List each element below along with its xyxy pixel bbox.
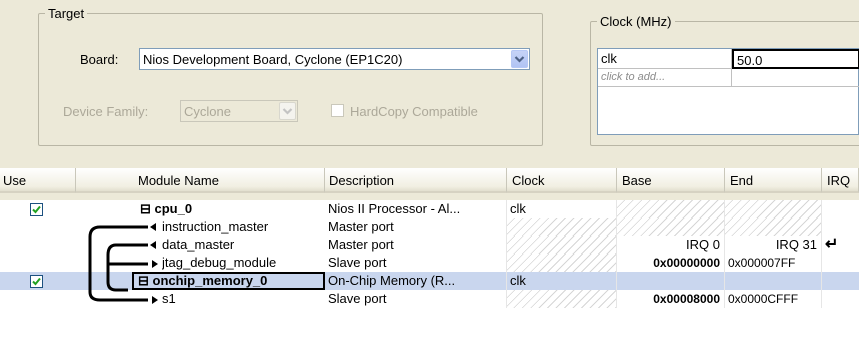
module-clock[interactable]: clk	[507, 200, 617, 218]
header-clock[interactable]: Clock	[507, 168, 617, 193]
port-description: Slave port	[325, 290, 507, 308]
port-description: Master port	[325, 218, 507, 236]
header-use[interactable]: Use	[0, 168, 76, 193]
port-name: s1	[162, 291, 176, 306]
clock-cell	[507, 290, 617, 308]
device-family-select[interactable]: Cyclone	[180, 100, 298, 122]
table-row[interactable]: data_master Master port IRQ 0 IRQ 31 ↵	[0, 236, 859, 254]
clock-add-value-cell[interactable]	[732, 69, 859, 87]
checkmark-icon	[32, 205, 41, 214]
port-name: instruction_master	[162, 219, 269, 234]
header-base[interactable]: Base	[617, 168, 725, 193]
use-checkbox[interactable]	[30, 275, 43, 288]
use-checkbox[interactable]	[30, 203, 43, 216]
hardcopy-checkbox[interactable]	[331, 104, 344, 117]
table-row[interactable]: instruction_master Master port	[0, 218, 859, 236]
irq-end[interactable]: IRQ 31	[725, 236, 822, 254]
table-row[interactable]: ⊟ cpu_0 Nios II Processor - Al... clk	[0, 200, 859, 218]
port-description: Slave port	[325, 254, 507, 272]
clock-cell	[507, 254, 617, 272]
port-description: Master port	[325, 236, 507, 254]
module-clock[interactable]: clk	[507, 272, 617, 290]
port-name: jtag_debug_module	[162, 255, 277, 270]
target-legend: Target	[48, 6, 85, 21]
clock-value-cell[interactable]: 50.0	[732, 49, 859, 69]
chevron-down-icon	[279, 102, 296, 120]
return-arrow-icon: ↵	[825, 236, 839, 253]
target-group: Target	[38, 6, 543, 146]
header-module-name[interactable]: Module Name	[76, 168, 325, 193]
header-description[interactable]: Description	[325, 168, 507, 193]
chevron-down-icon[interactable]	[511, 50, 528, 68]
clock-name-cell[interactable]: clk	[598, 49, 732, 69]
clock-cell	[507, 218, 617, 236]
checkmark-icon	[32, 277, 41, 286]
base-cell	[617, 272, 725, 290]
clock-cell	[507, 236, 617, 254]
end-cell	[725, 218, 822, 236]
end-cell	[725, 272, 822, 290]
irq-start[interactable]: IRQ 0	[617, 236, 725, 254]
table-row[interactable]: ⊟ onchip_memory_0 On-Chip Memory (R... c…	[0, 272, 859, 290]
module-description: On-Chip Memory (R...	[325, 272, 507, 290]
clock-legend: Clock (MHz)	[600, 14, 672, 29]
device-family-label: Device Family:	[63, 104, 149, 119]
module-name[interactable]: ⊟ onchip_memory_0	[132, 272, 325, 290]
board-select-value: Nios Development Board, Cyclone (EP1C20)	[143, 52, 403, 67]
base-cell	[617, 218, 725, 236]
clock-table: clk 50.0 click to add...	[597, 48, 859, 135]
hardcopy-label: HardCopy Compatible	[350, 104, 478, 119]
table-empty-area	[0, 308, 859, 354]
base-cell	[617, 200, 725, 218]
header-end[interactable]: End	[725, 168, 822, 193]
header-irq[interactable]: IRQ	[822, 168, 859, 193]
base-address[interactable]: 0x00008000	[617, 290, 725, 308]
module-description: Nios II Processor - Al...	[325, 200, 507, 218]
clock-add-cell[interactable]: click to add...	[598, 69, 732, 87]
table-row[interactable]: jtag_debug_module Slave port 0x00000000 …	[0, 254, 859, 272]
end-address: 0x000007FF	[725, 254, 822, 272]
board-select[interactable]: Nios Development Board, Cyclone (EP1C20)	[139, 48, 530, 70]
port-name: data_master	[162, 237, 235, 252]
end-address: 0x0000CFFF	[725, 290, 822, 308]
table-row[interactable]: s1 Slave port 0x00008000 0x0000CFFF	[0, 290, 859, 308]
end-cell	[725, 200, 822, 218]
module-name: ⊟ cpu_0	[140, 201, 193, 216]
device-family-value: Cyclone	[184, 104, 231, 119]
board-label: Board:	[80, 52, 119, 67]
base-address[interactable]: 0x00000000	[617, 254, 725, 272]
